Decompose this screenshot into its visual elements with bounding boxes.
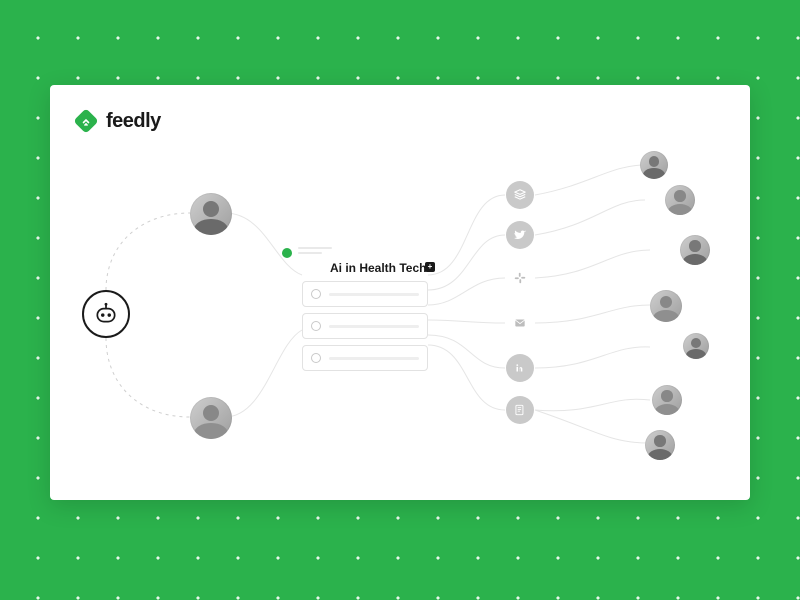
board-add-badge[interactable]: + — [425, 262, 435, 272]
newsletter-icon — [513, 403, 527, 417]
audience-avatar-3 — [680, 235, 710, 265]
slack-icon — [513, 271, 527, 285]
channel-buffer — [506, 181, 534, 209]
channel-newsletter — [506, 396, 534, 424]
channel-slack — [506, 264, 534, 292]
curator-avatar-1 — [190, 193, 232, 235]
robot-icon — [93, 301, 119, 327]
email-icon — [513, 316, 527, 330]
article-row-3 — [302, 345, 428, 371]
channel-email — [506, 309, 534, 337]
channel-twitter — [506, 221, 534, 249]
audience-avatar-1 — [640, 151, 668, 179]
twitter-icon — [513, 228, 527, 242]
board-title: Ai in Health Tech — [330, 261, 426, 275]
diagram-card: feedly — [50, 85, 750, 500]
audience-avatar-5 — [683, 333, 709, 359]
audience-avatar-7 — [645, 430, 675, 460]
leo-ai-node — [82, 290, 130, 338]
article-row-1 — [302, 281, 428, 307]
linkedin-icon — [513, 361, 527, 375]
audience-avatar-4 — [650, 290, 682, 322]
buffer-icon — [513, 188, 527, 202]
article-row-2 — [302, 313, 428, 339]
audience-avatar-2 — [665, 185, 695, 215]
board-subtitle-skeleton — [298, 247, 332, 254]
board-status-dot — [282, 248, 292, 258]
curator-avatar-2 — [190, 397, 232, 439]
channel-linkedin — [506, 354, 534, 382]
audience-avatar-6 — [652, 385, 682, 415]
